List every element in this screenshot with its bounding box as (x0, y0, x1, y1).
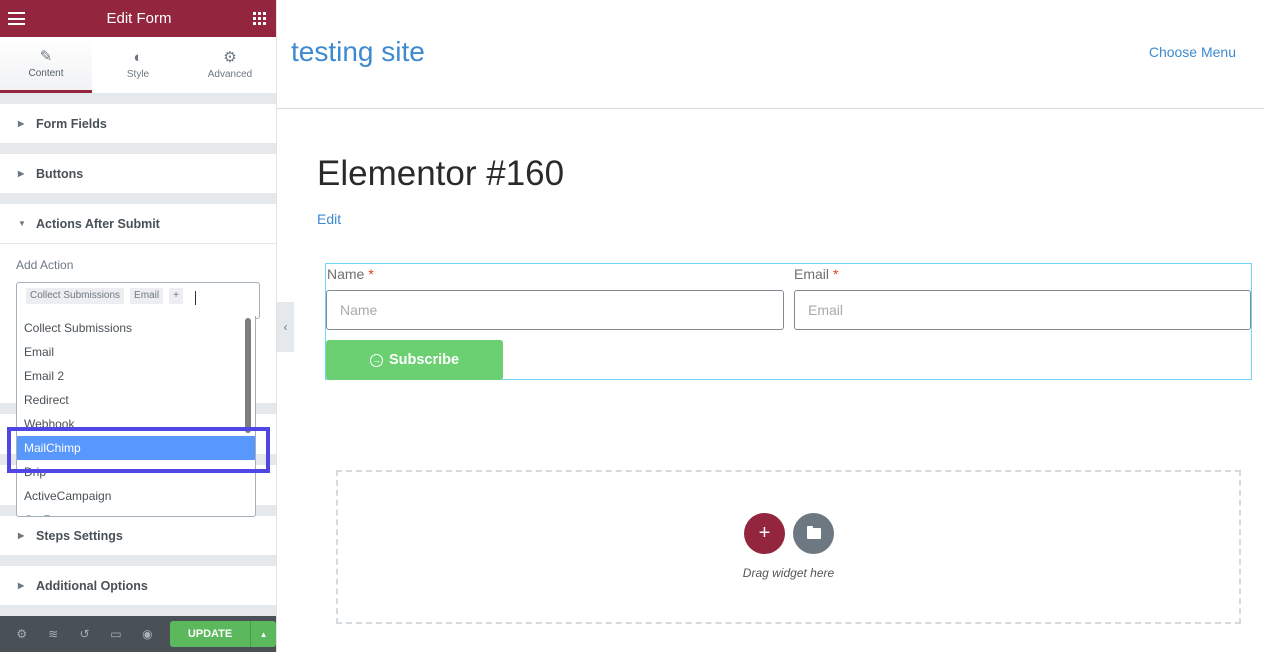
settings-icon[interactable]: ⚙ (6, 627, 37, 641)
panel-footer: ⚙ ≋ ↺ ▭ ◉ UPDATE ▲ (0, 616, 276, 652)
arrow-circle-right-icon: → (369, 353, 383, 367)
panel-title: Edit Form (106, 10, 172, 27)
page-title: Elementor #160 (317, 154, 565, 193)
required-mark: * (368, 266, 374, 282)
caret-right-icon: ▶ (18, 581, 25, 590)
section-steps-settings[interactable]: ▶ Steps Settings (0, 516, 276, 555)
dropdown-option[interactable]: Email 2 (17, 364, 255, 388)
preview-eye-icon[interactable]: ◉ (132, 627, 163, 641)
section-form-fields[interactable]: ▶ Form Fields (0, 104, 276, 143)
tab-style[interactable]: ◐ Style (92, 37, 184, 93)
label-text: Email (794, 266, 830, 282)
update-button-group: UPDATE ▲ (170, 621, 276, 647)
folder-icon (806, 526, 821, 539)
panel-header: Edit Form (0, 0, 276, 37)
edit-link[interactable]: Edit (317, 211, 341, 227)
add-chip-button[interactable]: + (169, 288, 183, 304)
email-field-label: Email * (794, 266, 838, 282)
header-divider (277, 108, 1264, 109)
add-template-button[interactable] (793, 513, 834, 554)
section-title: Additional Options (36, 578, 148, 593)
section-additional-options[interactable]: ▶ Additional Options (0, 566, 276, 605)
form-widget[interactable]: Name * Name Email * Email → Subscribe (325, 263, 1252, 380)
dropdown-option[interactable]: Email (17, 340, 255, 364)
dropdown-option[interactable]: GetResponse (17, 508, 255, 516)
save-options-caret-icon[interactable]: ▲ (250, 621, 276, 647)
name-field-label: Name * (327, 266, 374, 282)
editor-panel: Edit Form ✎ Content ◐ Style ⚙ Advanced ▶… (0, 0, 276, 652)
dropdown-option[interactable]: Redirect (17, 388, 255, 412)
contrast-icon: ◐ (133, 49, 143, 66)
page-preview: testing site Choose Menu Elementor #160 … (277, 0, 1264, 652)
add-action-select[interactable]: Collect Submissions Email + (16, 282, 260, 319)
text-caret (194, 291, 196, 305)
section-buttons[interactable]: ▶ Buttons (0, 154, 276, 193)
tab-label: Content (28, 67, 64, 79)
label-text: Name (327, 266, 365, 282)
tab-label: Style (126, 69, 150, 80)
caret-down-icon: ▼ (18, 219, 26, 228)
selected-chip[interactable]: Collect Submissions (26, 288, 125, 304)
site-title[interactable]: testing site (291, 36, 425, 68)
annotation-highlight-box (7, 427, 270, 473)
selected-chip[interactable]: Email (130, 288, 164, 304)
name-input[interactable]: Name (326, 290, 784, 330)
history-icon[interactable]: ↺ (69, 627, 100, 641)
caret-right-icon: ▶ (18, 531, 25, 540)
widget-dropzone[interactable]: + Drag widget here (336, 470, 1241, 624)
panel-tabs: ✎ Content ◐ Style ⚙ Advanced (0, 37, 276, 93)
responsive-icon[interactable]: ▭ (100, 627, 131, 641)
dropdown-scrollbar[interactable] (245, 318, 251, 433)
section-title: Form Fields (36, 116, 107, 131)
subscribe-label: Subscribe (388, 352, 460, 368)
add-action-dropdown[interactable]: Collect Submissions Email Email 2 Redire… (16, 316, 256, 517)
tab-content[interactable]: ✎ Content (0, 37, 92, 93)
widgets-grid-icon[interactable] (252, 12, 266, 25)
required-mark: * (833, 266, 839, 282)
section-title: Actions After Submit (36, 216, 160, 231)
update-button[interactable]: UPDATE (170, 621, 251, 647)
add-section-button[interactable]: + (744, 513, 785, 554)
choose-menu-link[interactable]: Choose Menu (1149, 44, 1236, 60)
tab-advanced[interactable]: ⚙ Advanced (184, 37, 276, 93)
add-action-label: Add Action (16, 258, 74, 272)
section-title: Buttons (36, 166, 84, 181)
dropdown-option[interactable]: Collect Submissions (17, 316, 255, 340)
layers-icon[interactable]: ≋ (37, 627, 68, 641)
plus-icon: + (758, 522, 771, 544)
caret-right-icon: ▶ (18, 119, 25, 128)
caret-right-icon: ▶ (18, 169, 25, 178)
section-actions-after-submit[interactable]: ▼ Actions After Submit (0, 204, 276, 243)
gear-icon: ⚙ (223, 49, 237, 66)
hamburger-menu-icon[interactable] (8, 12, 25, 25)
subscribe-button[interactable]: → Subscribe (326, 340, 503, 380)
pencil-icon: ✎ (39, 47, 53, 65)
dropdown-option[interactable]: ActiveCampaign (17, 484, 255, 508)
email-input[interactable]: Email (794, 290, 1251, 330)
tab-label: Advanced (207, 69, 253, 80)
section-title: Steps Settings (36, 528, 123, 543)
drag-widget-text: Drag widget here (742, 566, 835, 580)
